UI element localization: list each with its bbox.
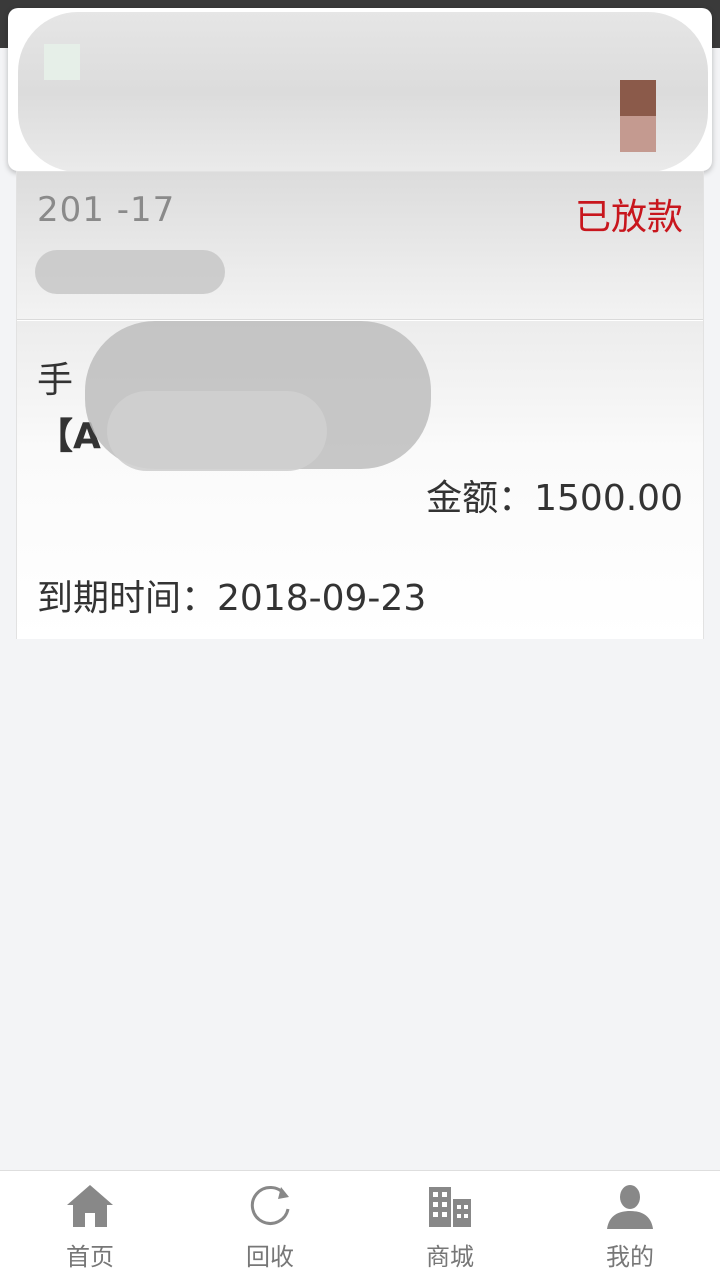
- order-date: 201 -17: [37, 190, 176, 230]
- user-icon: [607, 1185, 653, 1229]
- redaction-blur: [620, 80, 656, 116]
- due-date-label: 到期时间：: [37, 578, 218, 619]
- page: 201 -17 已放款 手 【A 金额：1500.00 到期时间：2018-09…: [0, 0, 720, 1280]
- product-name: 手: [37, 360, 74, 401]
- amount-label: 金额：: [426, 478, 535, 519]
- tab-home[interactable]: 首页: [0, 1171, 180, 1280]
- redaction-blur: [18, 12, 708, 171]
- tab-mall[interactable]: 商城: [360, 1171, 540, 1280]
- order-status-badge: 已放款: [574, 197, 683, 238]
- home-icon: [67, 1185, 113, 1227]
- order-card[interactable]: 201 -17 已放款 手 【A 金额：1500.00 到期时间：2018-09…: [16, 171, 704, 639]
- redaction-blur: [107, 391, 327, 471]
- due-date-row: 到期时间：2018-09-23: [37, 569, 426, 621]
- order-body: 手 【A 金额：1500.00 到期时间：2018-09-23: [17, 321, 703, 639]
- redaction-blur: [620, 116, 656, 152]
- tab-mine-label: 我的: [606, 1243, 654, 1271]
- bottom-tab-bar: 首页 回收 商城 我的: [0, 1170, 720, 1280]
- amount-row: 金额：1500.00: [426, 469, 683, 521]
- tab-recycle[interactable]: 回收: [180, 1171, 360, 1280]
- refresh-icon: [250, 1185, 290, 1225]
- redacted-notification-card[interactable]: [8, 8, 712, 171]
- redaction-blur: [35, 250, 225, 294]
- due-date-value: 2018-09-23: [217, 578, 427, 619]
- tab-mall-label: 商城: [426, 1243, 474, 1271]
- order-header: 201 -17 已放款: [17, 172, 703, 320]
- redaction-blur: [44, 44, 80, 80]
- amount-value: 1500.00: [534, 478, 683, 519]
- tab-home-label: 首页: [66, 1243, 114, 1271]
- tab-mine[interactable]: 我的: [540, 1171, 720, 1280]
- tab-recycle-label: 回收: [246, 1243, 294, 1271]
- building-icon: [429, 1187, 471, 1227]
